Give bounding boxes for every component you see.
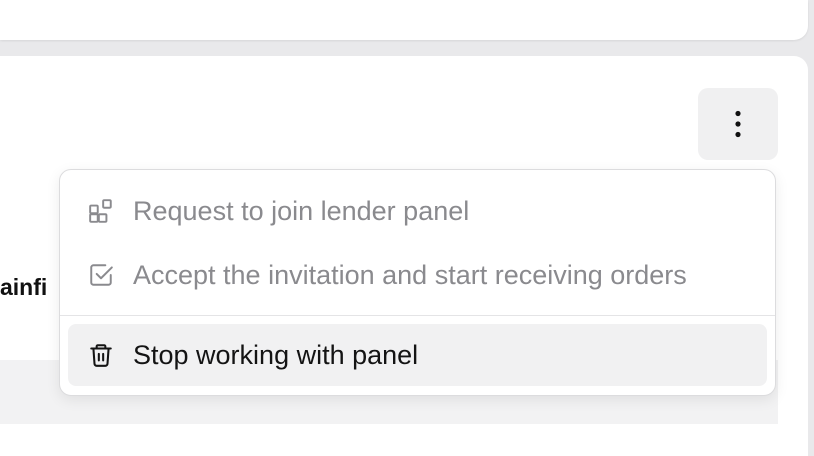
menu-item-label: Accept the invitation and start receivin… — [133, 259, 687, 290]
menu-item-accept-invitation[interactable]: Accept the invitation and start receivin… — [68, 244, 767, 306]
menu-item-request-join[interactable]: Request to join lender panel — [68, 180, 767, 242]
actions-dropdown-menu: Request to join lender panel Accept the … — [59, 169, 776, 396]
menu-item-label: Request to join lender panel — [133, 195, 470, 226]
menu-item-label: Stop working with panel — [133, 339, 419, 370]
blocks-icon — [87, 197, 115, 225]
checkbox-icon — [87, 261, 115, 289]
trash-icon — [87, 341, 115, 369]
menu-divider — [60, 315, 775, 316]
more-vertical-icon — [735, 110, 741, 138]
menu-item-stop-working[interactable]: Stop working with panel — [68, 324, 767, 386]
top-card — [0, 0, 808, 40]
panel-name-partial: ainfi — [0, 274, 48, 300]
more-actions-button[interactable] — [698, 88, 778, 160]
